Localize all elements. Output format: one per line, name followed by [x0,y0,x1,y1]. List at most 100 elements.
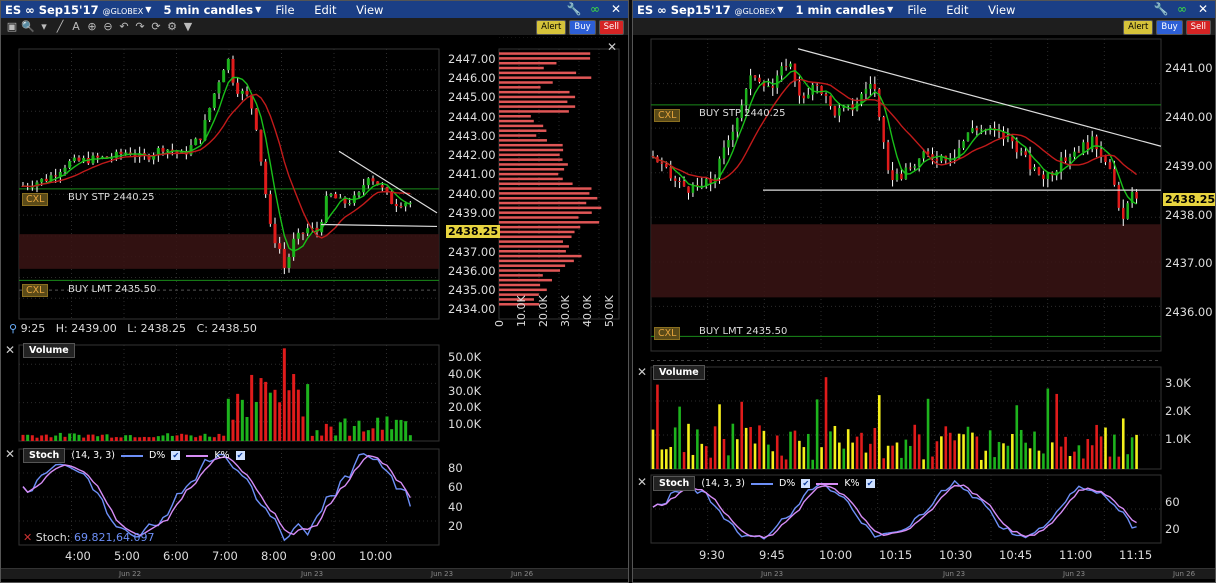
candle-body [665,163,668,168]
cancel-limit-order-button[interactable]: CXL [654,327,681,340]
volume-bar [984,450,988,469]
volume-profile-bar [499,153,560,157]
volume-profile-bar [499,71,577,75]
chevron-down-icon[interactable]: ▼ [145,5,151,14]
volume-bar [1082,458,1085,469]
zoom-icon[interactable]: 🔍 [21,20,35,34]
refresh-icon[interactable]: ⟳ [149,20,163,34]
buy-limit-order-label: BUY LMT 2435.50 [68,284,157,295]
buy-button[interactable]: Buy [1156,20,1183,35]
volume-bar [815,399,819,469]
menu-view[interactable]: View [356,3,383,17]
volume-pane[interactable]: ✕ Volume 50.0K 40.0K 30.0K 20.0K 10.0K [1,341,629,443]
candle-body [390,192,394,204]
d-toggle-checkbox[interactable]: ✔ [801,479,811,488]
menu-file[interactable]: File [275,3,294,17]
interval-selector[interactable]: 1 min candles [795,3,885,17]
axis-tick-label: 50.0K [448,350,482,364]
stochastic-pane[interactable]: ✕ Stoch (14, 3, 3) D% ✔ K% ✔ ✕ Stoch: 69… [1,445,628,547]
axis-tick-label: 2435.00 [448,283,496,298]
volume-chart[interactable] [633,363,1216,471]
link-icon[interactable]: ∞ [1174,2,1190,16]
price-pane[interactable]: 2447.00 2446.00 2445.00 2444.00 2443.00 2442.… [1,37,628,339]
chevron-down-icon[interactable]: ▼ [887,5,893,14]
axis-tick-label: 1.0K [1165,432,1191,446]
dropdown-icon[interactable]: ▾ [37,20,51,34]
text-icon[interactable]: A [69,20,83,34]
volume-bar [700,443,704,469]
close-icon[interactable]: ✕ [637,475,647,489]
volume-bar [895,442,899,469]
time-scrollbar[interactable]: Jun 22 Jun 23 Jun 23 Jun 26 [1,568,628,579]
cancel-stop-order-button[interactable]: CXL [654,109,681,122]
chevron-down-icon[interactable]: ▼ [255,5,261,14]
volume-bar [371,428,375,441]
menu-file[interactable]: File [907,3,926,17]
axis-tick-label: 40.0K [448,366,482,381]
volume-bar [1073,451,1076,469]
volume-bar [1002,443,1005,469]
arrow-down-icon[interactable]: ▼ [181,20,195,34]
close-icon[interactable]: ✕ [5,447,15,461]
zoom-out-icon[interactable]: ⊖ [101,20,115,34]
volume-bar [58,432,62,441]
candle-body [124,152,128,154]
sell-button[interactable]: Sell [1185,20,1211,35]
cancel-limit-order-button[interactable]: CXL [22,284,49,297]
draw-icon[interactable]: ╱ [53,20,67,34]
settings-icon[interactable]: ⚙ [165,20,179,34]
candle-body [1015,141,1019,153]
volume-bar [953,440,956,469]
volume-bar [156,436,160,441]
redo-icon[interactable]: ↷ [133,20,147,34]
chevron-down-icon[interactable]: ▼ [777,5,783,14]
volume-bar [1011,433,1014,469]
stoch-params: (14, 3, 3) [71,450,115,461]
close-icon[interactable]: ✕ [1195,2,1211,16]
k-toggle-checkbox[interactable]: ✔ [235,451,245,460]
close-icon[interactable]: ✕ [607,40,617,54]
wrench-icon[interactable]: 🔧 [566,2,582,16]
buy-button[interactable]: Buy [569,20,596,35]
menu-edit[interactable]: Edit [314,3,336,17]
time-tick-label: 6:00 [163,549,189,563]
sell-button[interactable]: Sell [598,20,624,35]
cancel-stop-order-button[interactable]: CXL [22,193,49,206]
volume-bar [829,431,832,469]
menu-view[interactable]: View [988,3,1015,17]
d-toggle-checkbox[interactable]: ✔ [171,451,181,460]
volume-bar [718,404,721,469]
volume-pane[interactable]: ✕ Volume 3.0K 2.0K 1.0K [633,363,1216,471]
candle-body [119,151,123,154]
k-toggle-checkbox[interactable]: ✔ [865,479,875,488]
close-icon[interactable]: ✕ [637,365,647,379]
d-label: D% [778,478,796,489]
volume-chart[interactable] [1,341,629,443]
zoom-in-icon[interactable]: ⊕ [85,20,99,34]
crosshair-icon[interactable]: ▣ [5,20,19,34]
candle-body [306,228,310,234]
volume-bar [997,441,1001,469]
undo-icon[interactable]: ↶ [117,20,131,34]
close-icon[interactable]: ✕ [608,2,624,16]
time-scrollbar[interactable]: Jun 23 Jun 23 Jun 23 Jun 26 [633,568,1215,579]
alert-button[interactable]: Alert [1123,20,1154,35]
volume-profile-bar [499,216,579,219]
volume-profile-bar [499,86,541,89]
wrench-icon[interactable]: 🔧 [1153,2,1169,16]
link-icon[interactable]: ∞ [587,2,603,16]
contract-selector[interactable]: ES ∞ Sep15'17 @GLOBEX [5,3,143,17]
price-pane[interactable]: 2441.00 2440.00 2439.00 2438.00 2437.00 2436.… [633,37,1216,361]
candlestick-chart[interactable] [633,37,1216,361]
interval-selector[interactable]: 5 min candles [163,3,253,17]
stoch-params: (14, 3, 3) [701,478,745,489]
contract-selector[interactable]: ES ∞ Sep15'17 @GLOBEX [637,3,775,17]
stochastic-pane[interactable]: ✕ Stoch (14, 3, 3) D% ✔ K% ✔ 60 20 [633,473,1215,545]
candle-body [824,94,828,97]
volume-bar [1086,439,1090,469]
volume-bar [1126,454,1129,469]
close-icon[interactable]: ✕ [5,343,15,357]
menu-edit[interactable]: Edit [946,3,968,17]
axis-tick-label: 2440.00 [448,186,496,201]
alert-button[interactable]: Alert [536,20,567,35]
